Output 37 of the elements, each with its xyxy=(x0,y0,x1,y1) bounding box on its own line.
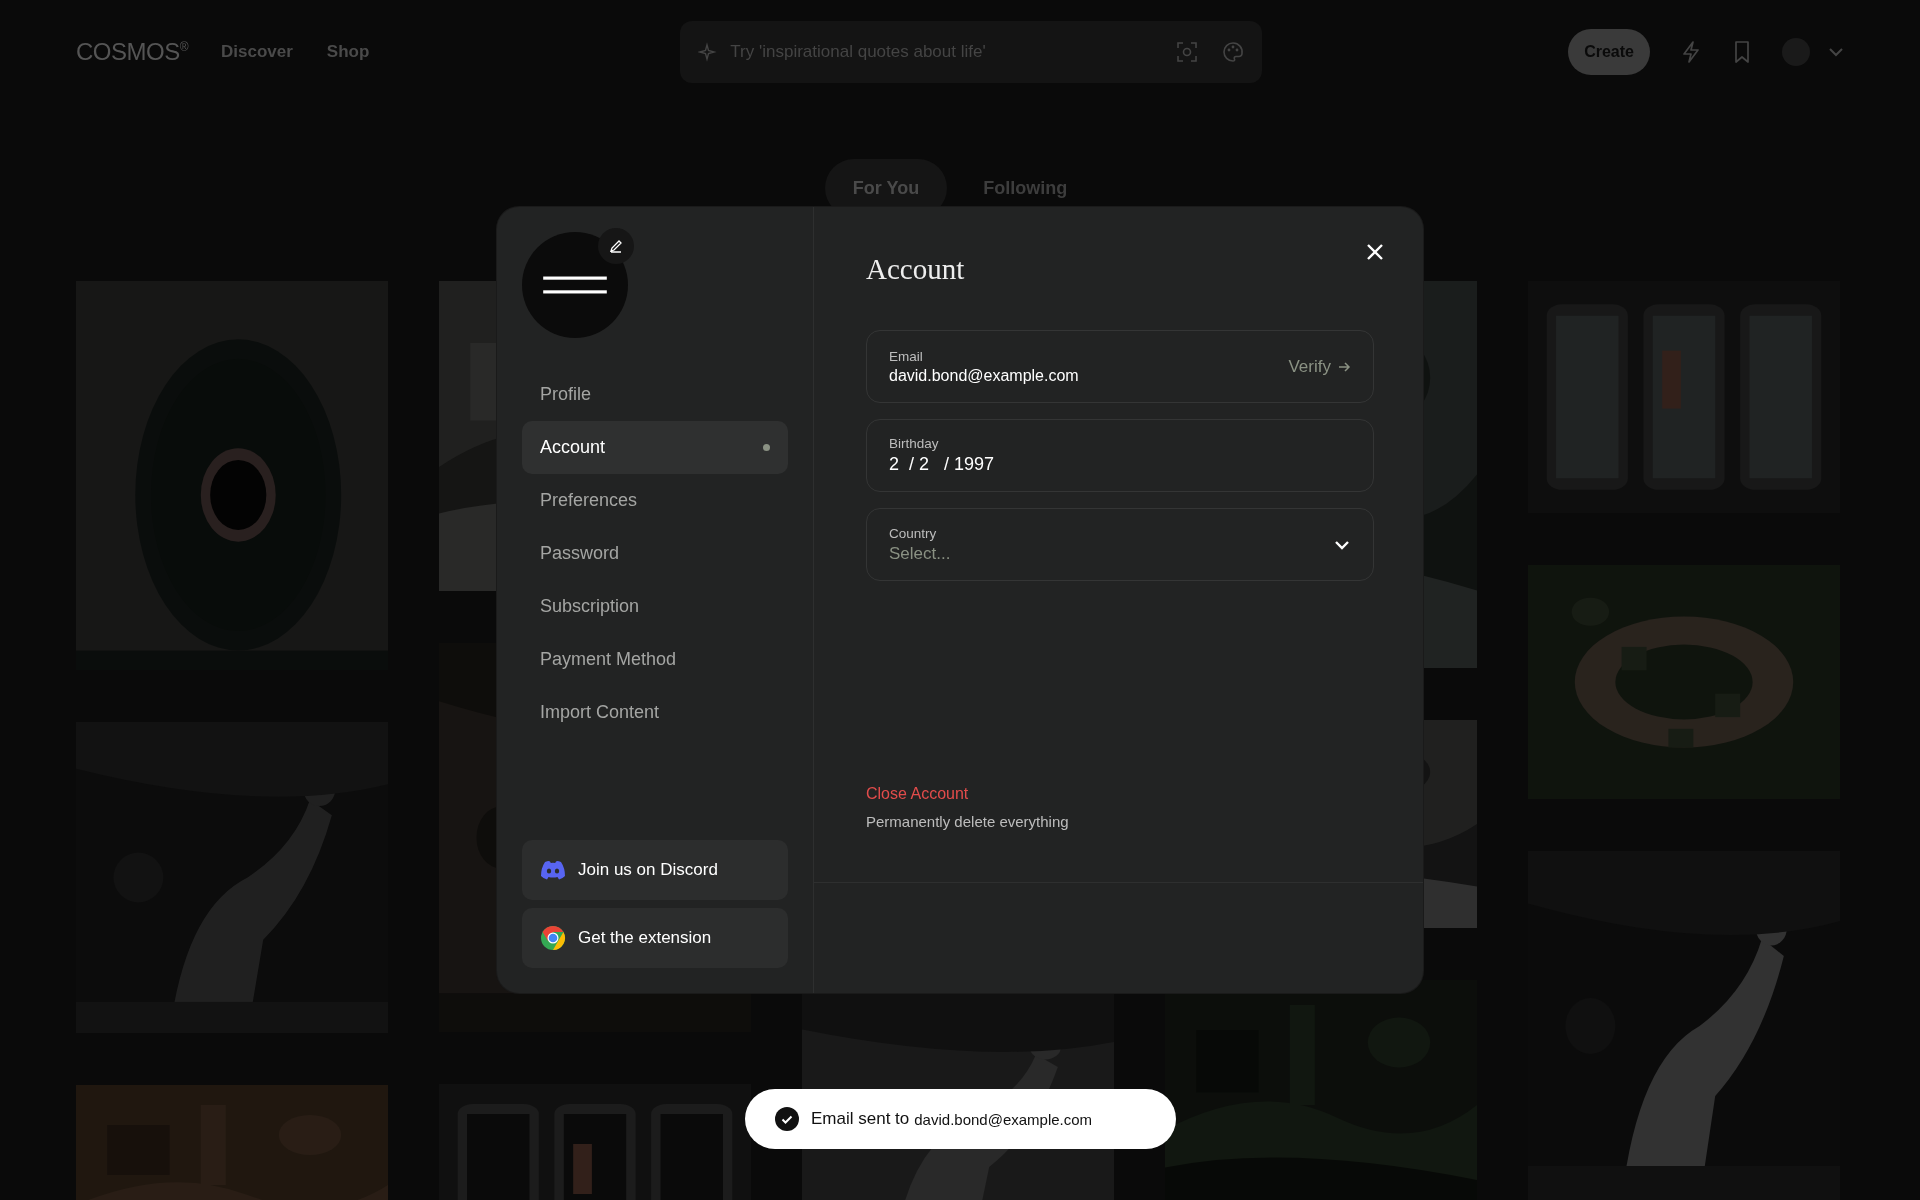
country-select[interactable]: Country Select... xyxy=(866,508,1374,581)
edit-avatar-button[interactable] xyxy=(598,228,634,264)
extension-button[interactable]: Get the extension xyxy=(522,908,788,968)
toast-email: david.bond@example.com xyxy=(914,1110,1093,1128)
settings-menu-item[interactable]: Subscription xyxy=(522,580,788,633)
scan-icon[interactable] xyxy=(1176,40,1199,63)
chevron-down-icon[interactable] xyxy=(1828,46,1844,57)
discord-button[interactable]: Join us on Discord xyxy=(522,840,788,900)
field-label: Email xyxy=(889,348,924,364)
active-dot xyxy=(763,444,770,451)
field-placeholder: Select... xyxy=(889,543,952,564)
email-field[interactable]: Email david.bond@example.com Verify xyxy=(866,330,1374,403)
birthday-field[interactable]: Birthday 2 / 2 / 1997 xyxy=(866,419,1374,492)
verify-button[interactable]: Verify xyxy=(1288,356,1351,377)
discord-icon xyxy=(540,860,566,880)
pencil-icon xyxy=(608,238,624,254)
field-label: Country xyxy=(889,525,938,541)
dialog-title: Account xyxy=(866,253,966,286)
settings-menu-item[interactable]: Payment Method xyxy=(522,633,788,686)
settings-menu-item[interactable]: Import Content xyxy=(522,686,788,739)
field-value: david.bond@example.com xyxy=(889,366,1080,385)
chevron-down-icon xyxy=(1333,538,1351,551)
field-label: Birthday xyxy=(889,436,940,451)
close-account-description: Permanently delete everything xyxy=(866,813,1070,830)
arrow-icon xyxy=(1337,359,1351,374)
check-circle-icon xyxy=(775,1107,799,1131)
lightning-icon[interactable] xyxy=(1680,39,1702,64)
chrome-icon xyxy=(540,925,566,951)
palette-icon[interactable] xyxy=(1222,40,1245,63)
settings-menu-item[interactable]: Password xyxy=(522,527,788,580)
settings-menu-item[interactable]: Account xyxy=(522,421,788,474)
close-account-link[interactable]: Close Account xyxy=(866,785,969,803)
settings-menu-item[interactable]: Preferences xyxy=(522,474,788,527)
bookmark-icon[interactable] xyxy=(1732,39,1752,64)
field-value: 2 / 2 / 1997 xyxy=(889,454,996,475)
toast-message: Email sent to xyxy=(811,1109,910,1129)
settings-menu-item[interactable]: Profile xyxy=(522,368,788,421)
